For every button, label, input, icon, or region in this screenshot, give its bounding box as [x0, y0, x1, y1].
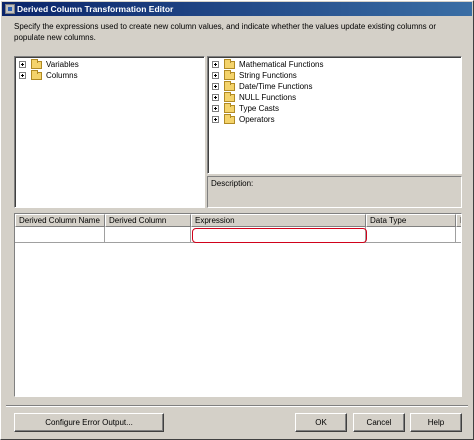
cancel-button[interactable]: Cancel [353, 413, 405, 432]
divider [6, 405, 468, 407]
column-header-derived-column[interactable]: Derived Column [105, 214, 191, 227]
expression-cell[interactable] [191, 227, 366, 243]
derived-columns-grid[interactable]: Derived Column Name Derived Column Expre… [14, 213, 462, 397]
tree-item-variables[interactable]: Variables [19, 58, 79, 70]
tree-item-null-functions[interactable]: NULL Functions [212, 91, 323, 103]
tree-item-label: String Functions [239, 71, 297, 80]
tree-item-label: Date/Time Functions [239, 82, 313, 91]
column-header-derived-column-name[interactable]: Derived Column Name [15, 214, 105, 227]
ok-button[interactable]: OK [295, 413, 347, 432]
configure-error-output-button[interactable]: Configure Error Output... [14, 413, 164, 432]
folder-icon [224, 102, 235, 113]
tree-item-label: Mathematical Functions [239, 60, 324, 69]
tree-item-label: Operators [239, 115, 275, 124]
folder-icon [224, 91, 235, 102]
tree-item-label: Columns [46, 71, 78, 80]
grid-header: Derived Column Name Derived Column Expre… [15, 214, 461, 227]
folder-icon [224, 80, 235, 91]
functions-tree[interactable]: Mathematical Functions String Functions … [207, 56, 462, 174]
expand-icon[interactable] [212, 72, 219, 79]
expand-icon[interactable] [212, 105, 219, 112]
tree-item-label: Type Casts [239, 104, 280, 113]
column-header-expression[interactable]: Expression [191, 214, 366, 227]
tree-item-operators[interactable]: Operators [212, 113, 323, 125]
expand-icon[interactable] [19, 72, 26, 79]
expand-icon[interactable] [212, 83, 219, 90]
folder-icon [224, 58, 235, 69]
table-row[interactable] [15, 227, 461, 243]
tree-item-mathematical-functions[interactable]: Mathematical Functions [212, 58, 324, 70]
tree-item-date-time-functions[interactable]: Date/Time Functions [212, 80, 323, 92]
tree-item-label: Variables [46, 60, 79, 69]
help-button[interactable]: Help [410, 413, 462, 432]
expand-icon[interactable] [212, 61, 219, 68]
description-label: Description: [211, 179, 254, 188]
tree-item-string-functions[interactable]: String Functions [212, 69, 323, 81]
expand-icon[interactable] [212, 94, 219, 101]
data-type-cell[interactable] [366, 227, 456, 243]
folder-icon [31, 58, 42, 69]
derived-column-cell[interactable] [105, 227, 191, 243]
folder-icon [224, 69, 235, 80]
column-header-data-type[interactable]: Data Type [366, 214, 456, 227]
folder-icon [31, 69, 42, 80]
tree-item-label: NULL Functions [239, 93, 297, 102]
expand-icon[interactable] [19, 61, 26, 68]
app-icon [5, 4, 15, 14]
expand-icon[interactable] [212, 116, 219, 123]
window-title: Derived Column Transformation Editor [17, 4, 174, 14]
instructions-text: Specify the expressions used to create n… [14, 22, 437, 42]
description-panel: Description: [207, 176, 462, 208]
length-cell[interactable] [456, 227, 461, 243]
tree-item-columns[interactable]: Columns [19, 69, 79, 81]
derived-column-name-cell[interactable] [15, 227, 105, 243]
title-bar[interactable]: Derived Column Transformation Editor [2, 2, 472, 16]
variables-columns-tree[interactable]: Variables Columns [14, 56, 205, 208]
derived-column-editor-window: Derived Column Transformation Editor Spe… [0, 0, 474, 440]
folder-icon [224, 113, 235, 124]
column-header-length[interactable]: Le [456, 214, 461, 227]
tree-item-type-casts[interactable]: Type Casts [212, 102, 323, 114]
